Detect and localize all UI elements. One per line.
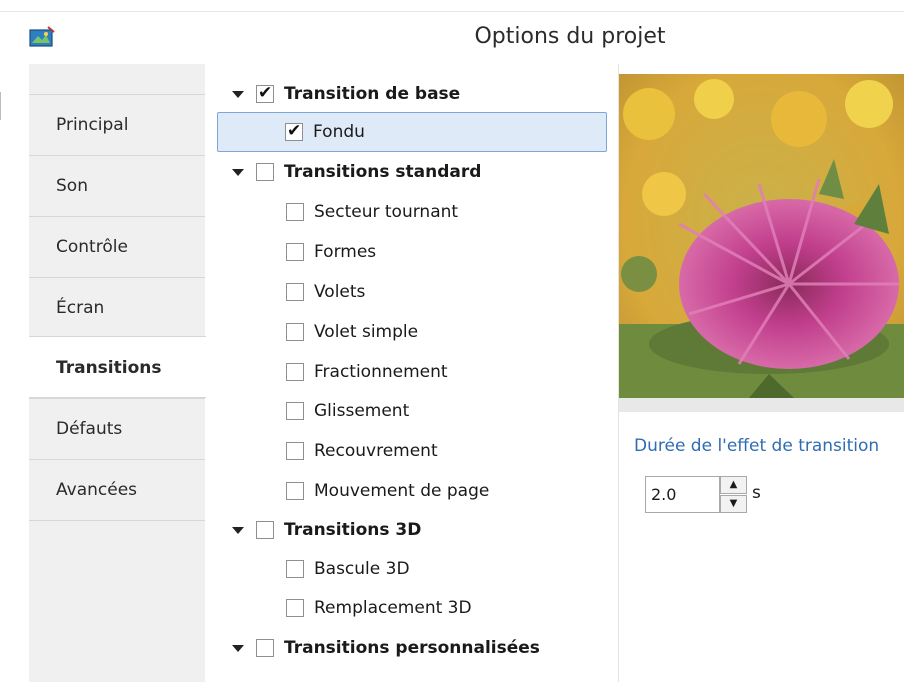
tab-son[interactable]: Son: [29, 155, 205, 215]
tree-item-mouvement-de-page[interactable]: Mouvement de page: [286, 471, 489, 511]
checkbox[interactable]: ✔: [256, 83, 274, 103]
tree-item-bascule-3d[interactable]: Bascule 3D: [286, 549, 410, 589]
duration-label: Durée de l'effet de transition: [634, 436, 880, 456]
tree-group-label: Transitions personnalisées: [284, 638, 540, 658]
duration-spinner: ▲ ▼: [720, 476, 747, 513]
tree-item-remplacement-3d[interactable]: Remplacement 3D: [286, 588, 472, 628]
checkbox[interactable]: [286, 402, 304, 420]
tree-group-transitions-personnalisees[interactable]: Transitions personnalisées: [232, 628, 540, 668]
tree-item-label: Glissement: [314, 401, 410, 421]
tree-group-label: Transitions standard: [284, 162, 482, 182]
tree-item-label: Fondu: [313, 122, 365, 142]
tree-item-label: Fractionnement: [314, 362, 448, 382]
tab-label: Écran: [56, 298, 105, 318]
options-tab-list: Principal Son Contrôle Écran Transitions…: [29, 64, 206, 682]
expand-arrow-icon[interactable]: [232, 526, 244, 534]
tab-label: Contrôle: [56, 237, 128, 257]
checkbox[interactable]: [286, 599, 304, 617]
tree-item-label: Remplacement 3D: [314, 598, 472, 618]
checkmark-icon: ✔: [258, 83, 273, 103]
caret-down-icon: ▼: [729, 498, 738, 509]
tree-item-label: Secteur tournant: [314, 202, 459, 222]
tab-principal[interactable]: Principal: [29, 94, 205, 154]
tree-item-volets[interactable]: Volets: [286, 272, 365, 312]
transition-preview-image: [619, 74, 904, 398]
tab-transitions[interactable]: Transitions: [29, 336, 206, 398]
tree-item-label: Bascule 3D: [314, 559, 410, 579]
checkbox[interactable]: ✔: [285, 121, 303, 141]
tree-group-label: Transition de base: [284, 84, 461, 104]
tree-item-label: Formes: [314, 242, 377, 262]
spin-up-button[interactable]: ▲: [720, 476, 747, 494]
tab-label: Défauts: [56, 419, 123, 439]
preview-bottom-border: [619, 398, 904, 412]
tree-item-label: Volet simple: [314, 322, 419, 342]
window-title: Options du projet: [474, 24, 666, 49]
tab-label: Avancées: [56, 480, 138, 500]
tree-item-formes[interactable]: Formes: [286, 232, 376, 272]
tab-controle[interactable]: Contrôle: [29, 216, 205, 276]
checkbox[interactable]: [286, 442, 304, 460]
expand-arrow-icon[interactable]: [232, 644, 244, 652]
tree-group-transitions-standard[interactable]: Transitions standard: [232, 152, 481, 192]
title-bar: Options du projet: [0, 0, 904, 64]
tree-item-label: Recouvrement: [314, 441, 438, 461]
tree-item-volet-simple[interactable]: Volet simple: [286, 312, 418, 352]
tab-label: Transitions: [56, 358, 162, 378]
title-divider: [0, 11, 904, 12]
caret-up-icon: ▲: [729, 479, 738, 490]
tree-group-label: Transitions 3D: [284, 520, 422, 540]
tab-ecran[interactable]: Écran: [29, 277, 205, 337]
tab-defauts[interactable]: Défauts: [29, 398, 205, 458]
tab-avancees[interactable]: Avancées: [29, 459, 205, 519]
checkbox[interactable]: [286, 243, 304, 261]
checkbox[interactable]: [256, 639, 274, 657]
checkbox[interactable]: [286, 482, 304, 500]
tree-item-glissement[interactable]: Glissement: [286, 391, 409, 431]
expand-arrow-icon[interactable]: [232, 90, 244, 98]
tree-item-label: Volets: [314, 282, 366, 302]
tab-label: Son: [56, 176, 88, 196]
tree-item-fondu[interactable]: ✔ Fondu: [217, 112, 607, 152]
tree-item-secteur-tournant[interactable]: Secteur tournant: [286, 192, 458, 232]
checkbox[interactable]: [256, 521, 274, 539]
checkbox[interactable]: [286, 283, 304, 301]
checkbox[interactable]: [286, 363, 304, 381]
tab-label: Principal: [56, 115, 129, 135]
checkbox[interactable]: [286, 323, 304, 341]
app-icon: [29, 26, 55, 47]
tree-group-transition-de-base[interactable]: ✔ Transition de base: [232, 74, 460, 114]
duration-unit: s: [752, 483, 761, 503]
checkbox[interactable]: [286, 203, 304, 221]
tree-item-fractionnement[interactable]: Fractionnement: [286, 352, 448, 392]
checkmark-icon: ✔: [287, 121, 302, 141]
checkbox[interactable]: [286, 560, 304, 578]
tab-list-end: [29, 520, 205, 521]
spin-down-button[interactable]: ▼: [720, 495, 747, 513]
tree-group-transitions-3d[interactable]: Transitions 3D: [232, 510, 421, 550]
left-edge-marker: [0, 92, 9, 120]
duration-input[interactable]: 2.0: [645, 476, 720, 513]
tree-item-recouvrement[interactable]: Recouvrement: [286, 431, 438, 471]
tree-item-label: Mouvement de page: [314, 481, 490, 501]
expand-arrow-icon[interactable]: [232, 168, 244, 176]
checkbox[interactable]: [256, 163, 274, 181]
